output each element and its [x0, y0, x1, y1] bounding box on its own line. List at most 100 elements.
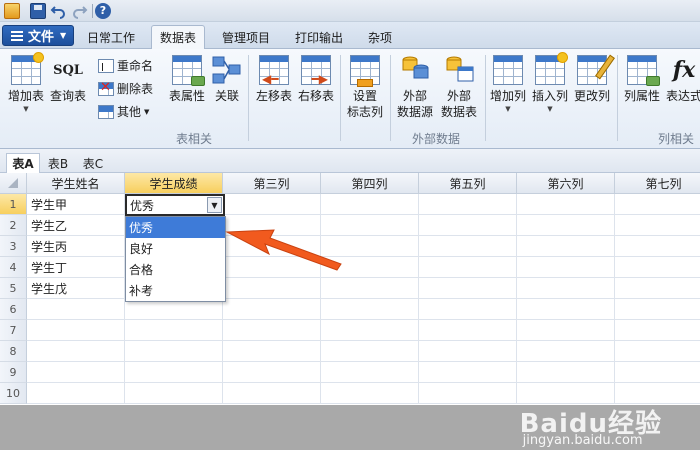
grid-cell[interactable] [419, 278, 517, 299]
grid-cell[interactable] [125, 362, 223, 383]
option-item[interactable]: 优秀 [126, 217, 225, 238]
grid-cell[interactable] [321, 320, 419, 341]
row-number[interactable]: 3 [0, 236, 27, 257]
tab-daily-work[interactable]: 日常工作 [80, 25, 142, 49]
grid-cell[interactable] [419, 341, 517, 362]
grid-cell[interactable] [223, 383, 321, 404]
grid-cell[interactable]: 学生乙 [27, 215, 125, 236]
undo-icon[interactable] [50, 3, 66, 19]
file-menu-button[interactable]: 文件 ▼ [2, 25, 74, 46]
grid-cell[interactable] [321, 341, 419, 362]
row-number[interactable]: 2 [0, 215, 27, 236]
data-grid[interactable]: 学生姓名 学生成绩 第三列 第四列 第五列 第六列 第七列 1 学生甲 2 学生乙 3 学… [0, 173, 700, 405]
grid-cell[interactable] [27, 320, 125, 341]
grid-cell[interactable] [223, 194, 321, 215]
change-column-button[interactable]: 更改列 [572, 54, 615, 104]
tab-print-output[interactable]: 打印输出 [288, 25, 350, 49]
grid-cell[interactable] [27, 341, 125, 362]
grid-cell[interactable] [615, 257, 700, 278]
grid-cell[interactable] [615, 299, 700, 320]
grid-cell[interactable] [615, 194, 700, 215]
grid-cell[interactable] [321, 299, 419, 320]
grid-cell[interactable] [615, 362, 700, 383]
grid-cell[interactable] [321, 383, 419, 404]
grid-cell[interactable] [615, 236, 700, 257]
grid-cell[interactable] [419, 236, 517, 257]
grid-cell[interactable] [27, 383, 125, 404]
column-header[interactable]: 第四列 [321, 173, 419, 194]
grid-cell[interactable] [615, 320, 700, 341]
grid-cell[interactable] [125, 383, 223, 404]
save-icon[interactable] [30, 3, 46, 19]
grid-cell[interactable] [27, 299, 125, 320]
grade-options-list[interactable]: 优秀 良好 合格 补考 [125, 216, 226, 302]
grid-cell[interactable]: 学生丁 [27, 257, 125, 278]
other-button[interactable]: 其他 ▼ [98, 103, 149, 120]
add-table-button[interactable]: 增加表 ▼ [6, 53, 46, 114]
move-table-right-button[interactable]: ━▶ 右移表 [296, 55, 336, 104]
grid-cell[interactable] [223, 341, 321, 362]
insert-column-button[interactable]: 插入列 ▼ [530, 53, 570, 114]
sheet-tab-b[interactable]: 表B [42, 153, 74, 173]
grid-cell[interactable] [419, 215, 517, 236]
grid-cell[interactable] [223, 278, 321, 299]
column-header[interactable]: 第三列 [223, 173, 321, 194]
option-item[interactable]: 合格 [126, 259, 225, 280]
row-number[interactable]: 7 [0, 320, 27, 341]
grid-cell[interactable] [223, 320, 321, 341]
grid-cell[interactable] [321, 194, 419, 215]
grid-cell[interactable] [517, 341, 615, 362]
grid-cell[interactable] [419, 257, 517, 278]
row-number[interactable]: 8 [0, 341, 27, 362]
grid-cell[interactable]: 学生丙 [27, 236, 125, 257]
grid-cell[interactable] [517, 278, 615, 299]
app-icon[interactable] [4, 3, 20, 19]
rename-button[interactable]: 重命名 [98, 57, 153, 74]
row-number[interactable]: 9 [0, 362, 27, 383]
tab-manage-project[interactable]: 管理项目 [215, 25, 277, 49]
grid-cell[interactable] [517, 299, 615, 320]
grid-cell[interactable] [615, 215, 700, 236]
table-properties-button[interactable]: 表属性 [165, 55, 209, 104]
column-properties-button[interactable]: 列属性 [621, 55, 663, 104]
grid-cell[interactable]: 学生戊 [27, 278, 125, 299]
external-data-table-button[interactable]: 外部 数据表 [438, 55, 480, 120]
move-table-left-button[interactable]: ◀━ 左移表 [254, 55, 294, 104]
external-data-source-button[interactable]: 外部 数据源 [394, 55, 436, 120]
grid-cell[interactable] [321, 278, 419, 299]
grid-cell[interactable] [125, 341, 223, 362]
redo-icon[interactable] [72, 3, 88, 19]
grid-cell[interactable] [223, 362, 321, 383]
grid-cell[interactable] [517, 215, 615, 236]
grid-cell[interactable] [125, 320, 223, 341]
grid-cell[interactable] [223, 299, 321, 320]
row-number[interactable]: 5 [0, 278, 27, 299]
grid-cell[interactable] [27, 362, 125, 383]
column-header[interactable]: 第五列 [419, 173, 517, 194]
grid-cell[interactable] [517, 383, 615, 404]
grid-cell[interactable] [615, 278, 700, 299]
row-number[interactable]: 4 [0, 257, 27, 278]
grid-cell[interactable]: 学生甲 [27, 194, 125, 215]
column-header-selected[interactable]: 学生成绩 [125, 173, 223, 194]
query-table-button[interactable]: SQL 查询表 [48, 55, 88, 104]
sheet-tab-c[interactable]: 表C [77, 153, 109, 173]
column-header[interactable]: 第六列 [517, 173, 615, 194]
grid-cell[interactable] [125, 299, 223, 320]
grid-cell[interactable] [419, 383, 517, 404]
sheet-tab-a[interactable]: 表A [6, 153, 40, 173]
grid-cell[interactable] [321, 362, 419, 383]
grid-cell[interactable] [517, 236, 615, 257]
grid-cell[interactable] [517, 320, 615, 341]
row-number[interactable]: 10 [0, 383, 27, 404]
grid-cell[interactable] [419, 299, 517, 320]
delete-table-button[interactable]: ✕ 删除表 [98, 80, 153, 97]
row-number[interactable]: 1 [0, 194, 27, 215]
set-flag-column-button[interactable]: 设置 标志列 [344, 55, 386, 120]
relation-button[interactable]: 关联 [210, 55, 244, 104]
tab-misc[interactable]: 杂项 [360, 25, 400, 49]
option-item[interactable]: 良好 [126, 238, 225, 259]
grid-cell[interactable] [615, 341, 700, 362]
row-number[interactable]: 6 [0, 299, 27, 320]
grade-dropdown-editor[interactable]: 优秀 ▼ [125, 194, 225, 216]
